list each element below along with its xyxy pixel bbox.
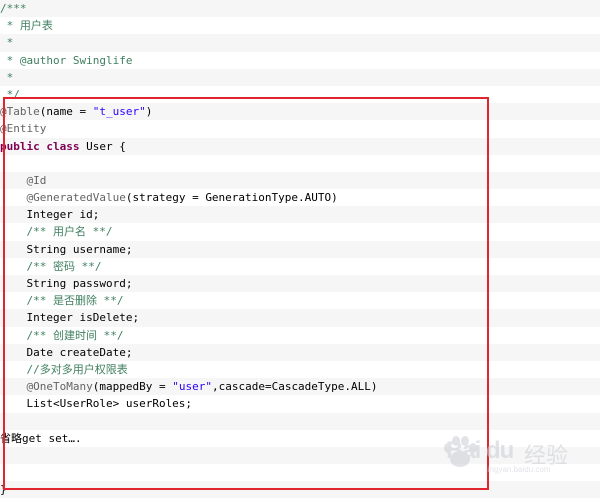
code-token: * [0, 70, 14, 84]
code-line: /*** [0, 0, 600, 18]
code-line: 省略get set…. [0, 430, 600, 447]
code-token: @GeneratedValue [26, 191, 126, 205]
code-line: //多对多用户权限表 [0, 361, 600, 378]
code-token: @Entity [0, 122, 47, 136]
code-token: @Table [0, 105, 40, 119]
code-line: } [0, 481, 600, 498]
code-token: User { [79, 139, 126, 153]
code-token: /*** [0, 2, 27, 15]
code-line: List<UserRole> userRoles; [0, 395, 600, 412]
code-token: (mappedBy = [92, 380, 173, 394]
code-line: public class User { [0, 137, 600, 155]
code-line: * @author Swinglife [0, 52, 600, 69]
code-line: * [0, 34, 600, 52]
code-token: /** 创建时间 **/ [26, 328, 124, 342]
code-token: } [0, 483, 7, 497]
code-line: */ [0, 86, 600, 103]
code-line: @Id [0, 171, 600, 190]
code-line: @Entity [0, 120, 600, 137]
code-token: /** 用户名 **/ [26, 225, 113, 239]
code-line: @Table(name = "t_user") [0, 103, 600, 121]
code-token: Date createDate; [0, 345, 133, 359]
code-token: public [0, 139, 40, 153]
code-token: 省略get set…. [0, 431, 82, 445]
code-line: * 用户表 [0, 17, 600, 34]
code-line: /** 密码 **/ [0, 258, 600, 275]
code-line: /** 用户名 **/ [0, 223, 600, 240]
code-token: Integer id; [0, 208, 100, 222]
code-line: Date createDate; [0, 343, 600, 361]
code-line: * [0, 68, 600, 86]
code-token: List<UserRole> userRoles; [0, 397, 193, 411]
code-line: String username; [0, 240, 600, 258]
code-line: String password; [0, 275, 600, 293]
code-token: //多对多用户权限表 [26, 362, 128, 376]
code-token: * @author Swinglife [0, 53, 133, 67]
code-token: String username; [0, 242, 133, 256]
code-line: Integer id; [0, 206, 600, 224]
code-token: /** 密码 **/ [26, 259, 102, 273]
code-line [0, 412, 600, 430]
code-token: Integer isDelete; [0, 311, 140, 325]
code-token: (strategy = GenerationType.AUTO) [125, 191, 338, 205]
code-token: /** 是否删除 **/ [26, 294, 124, 308]
code-token: @Id [26, 173, 47, 187]
code-line [0, 446, 600, 465]
code-line: @OneToMany(mappedBy = "user",cascade=Cas… [0, 378, 600, 396]
code-line: /** 创建时间 **/ [0, 327, 600, 344]
code-token: "user" [172, 380, 212, 394]
code-line: /** 是否删除 **/ [0, 292, 600, 309]
code-token: * 用户表 [0, 19, 53, 33]
code-token: class [46, 139, 80, 153]
code-token: @OneToMany [26, 380, 93, 394]
code-token: (name = [39, 105, 93, 119]
code-listing: /*** * 用户表 * * @author Swinglife * */ @Ta… [0, 0, 600, 498]
code-line: Integer isDelete; [0, 309, 600, 327]
code-line: @GeneratedValue(strategy = GenerationTyp… [0, 189, 600, 206]
code-token: */ [0, 87, 20, 101]
code-token: ) [145, 105, 153, 119]
code-token: ,cascade=CascadeType.ALL) [211, 380, 378, 394]
code-token: "t_user" [92, 105, 146, 119]
code-token: * [0, 36, 14, 50]
code-token: String password; [0, 277, 133, 290]
